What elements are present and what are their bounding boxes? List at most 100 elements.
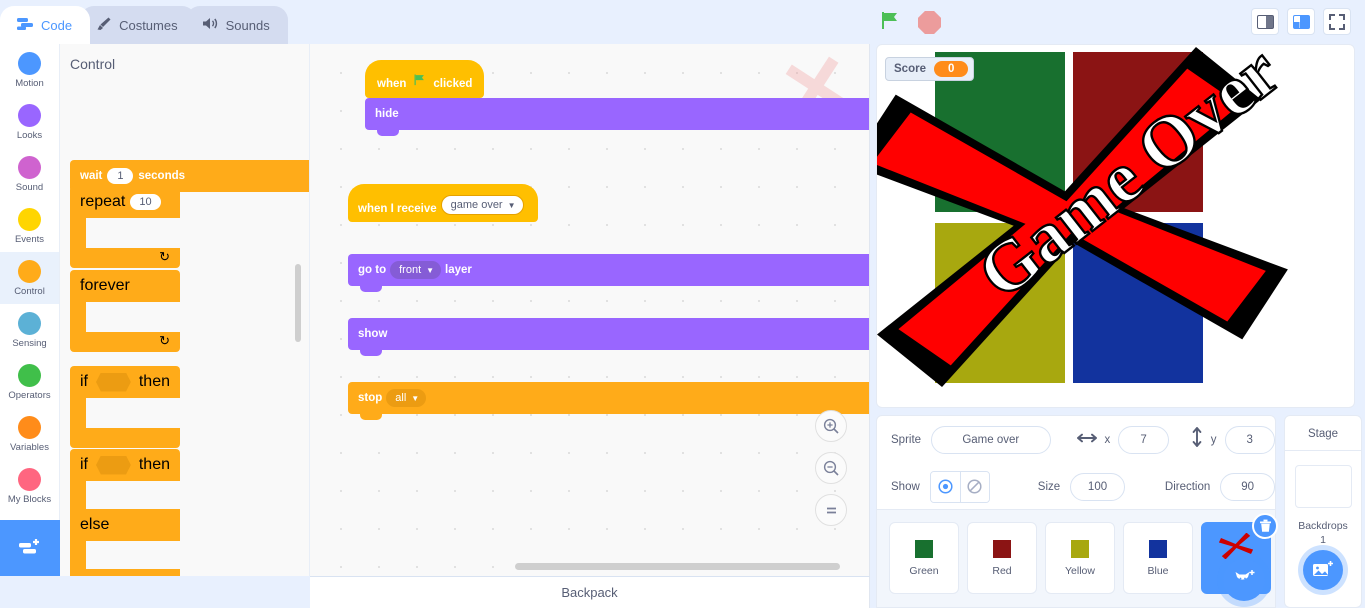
if-then-bottom (70, 428, 180, 448)
category-sensing-label: Sensing (12, 337, 47, 349)
category-events[interactable]: Events (0, 200, 59, 252)
sprite-card-red[interactable]: Red (967, 522, 1037, 594)
palette-block-forever[interactable]: forever ↻ (70, 270, 180, 352)
stage-backdrop-thumbnail[interactable] (1294, 465, 1352, 508)
zoom-reset-button[interactable] (815, 494, 847, 526)
block-go-to-layer[interactable]: go to front ▼ layer (348, 254, 869, 292)
sprite-card-yellow[interactable]: Yellow (1045, 522, 1115, 594)
tab-code[interactable]: Code (0, 6, 91, 44)
hat-block-when-flag-clicked[interactable]: when clicked (365, 60, 485, 98)
palette-block-if-then[interactable]: if then (70, 366, 180, 448)
zoom-out-button[interactable] (815, 452, 847, 484)
layer-dropdown[interactable]: front ▼ (390, 261, 442, 279)
category-variables[interactable]: Variables (0, 408, 59, 460)
loop-arrow-icon: ↻ (159, 249, 170, 264)
message-dropdown-value: game over (450, 199, 503, 211)
show-hidden-button[interactable] (959, 471, 989, 502)
layer-dropdown-value: front (399, 264, 422, 276)
palette-scrollbar[interactable] (295, 264, 301, 342)
block-show[interactable]: show (348, 318, 869, 356)
sprite-name-label: Sprite (891, 433, 922, 446)
canvas-horizontal-scrollbar[interactable] (515, 563, 840, 570)
green-flag-icon (412, 72, 427, 90)
size-input[interactable]: 100 (1070, 472, 1125, 501)
variables-color-dot (18, 415, 41, 439)
stage[interactable]: Score 0 Game Over (876, 44, 1355, 408)
palette-block-if-else[interactable]: if then else (70, 449, 180, 576)
zoom-out-icon (823, 460, 839, 476)
stop-sign-icon[interactable] (918, 11, 941, 34)
sprite-name-input[interactable]: Game over (931, 425, 1051, 454)
category-my-blocks[interactable]: My Blocks (0, 460, 59, 512)
hide-label: hide (375, 108, 399, 120)
category-motion[interactable]: Motion (0, 44, 59, 96)
if-else-arm-2 (70, 541, 86, 569)
normal-stage-button[interactable] (1287, 8, 1315, 35)
tab-sounds[interactable]: Sounds (185, 6, 288, 44)
scratch-editor: Code Costumes Sounds Motion Looks Sound … (0, 0, 1365, 608)
wait-value-input[interactable]: 1 (107, 168, 134, 184)
code-canvas[interactable]: when clicked hide when I receive game ov… (310, 44, 870, 576)
block-hide[interactable]: hide (365, 98, 869, 136)
message-dropdown[interactable]: game over ▼ (440, 195, 524, 215)
delete-sprite-button[interactable] (1252, 513, 1278, 539)
if-label: if (80, 456, 88, 473)
chevron-down-icon: ▼ (411, 393, 420, 403)
if-then-arm (70, 398, 86, 428)
if-else-condition-slot[interactable] (96, 455, 131, 475)
sprite-card-green[interactable]: Green (889, 522, 959, 594)
show-label: Show (891, 480, 920, 493)
repeat-value-input[interactable]: 10 (130, 194, 161, 210)
small-stage-button[interactable] (1251, 8, 1279, 35)
stop-dropdown[interactable]: all ▼ (386, 389, 427, 407)
fullscreen-button[interactable] (1323, 8, 1351, 35)
when-label: when (377, 78, 407, 90)
sprite-card-blue[interactable]: Blue (1123, 522, 1193, 594)
looks-color-dot (18, 103, 41, 127)
x-input[interactable]: 7 (1118, 425, 1169, 454)
stop-label: stop (358, 392, 383, 404)
if-condition-slot[interactable] (96, 372, 131, 392)
add-backdrop-button[interactable] (1303, 550, 1343, 590)
when-i-receive-label: when I receive (358, 203, 437, 215)
backpack-label: Backpack (561, 585, 618, 600)
y-input[interactable]: 3 (1224, 425, 1275, 454)
run-controls (878, 8, 941, 37)
repeat-bottom: ↻ (70, 248, 180, 268)
palette-block-repeat[interactable]: repeat 10 ↻ (70, 186, 180, 268)
tab-costumes[interactable]: Costumes (80, 6, 196, 44)
add-sprite-button[interactable] (1223, 559, 1265, 601)
category-looks[interactable]: Looks (0, 96, 59, 148)
category-events-label: Events (14, 233, 45, 245)
backdrops-count: 1 (1320, 534, 1326, 546)
category-operators[interactable]: Operators (0, 356, 59, 408)
layer-label: layer (445, 264, 472, 276)
stage-selector-panel[interactable]: Stage Backdrops 1 (1284, 415, 1362, 608)
category-sensing[interactable]: Sensing (0, 304, 59, 356)
category-sound[interactable]: Sound (0, 148, 59, 200)
repeat-top: repeat 10 (70, 186, 180, 218)
category-control[interactable]: Control (0, 252, 59, 304)
stage-sprite-game-over: Game Over (877, 45, 1295, 387)
sprite-name: Blue (1147, 564, 1169, 577)
direction-input[interactable]: 90 (1220, 472, 1276, 501)
category-operators-label: Operators (8, 389, 51, 401)
green-flag-icon[interactable] (878, 8, 902, 37)
add-extension-button[interactable] (0, 520, 60, 576)
show-visible-button[interactable] (930, 471, 960, 502)
backdrops-label: Backdrops (1298, 520, 1348, 532)
tab-costumes-label: Costumes (119, 17, 178, 33)
chevron-down-icon: ▼ (507, 200, 516, 210)
x-label: x (1104, 433, 1111, 446)
forever-label: forever (80, 277, 130, 294)
score-value: 0 (933, 61, 969, 77)
hat-block-when-i-receive[interactable]: when I receive game over ▼ (348, 184, 538, 222)
if-else-bottom (70, 569, 180, 576)
backpack-bar[interactable]: Backpack (310, 576, 870, 608)
block-stop[interactable]: stop all ▼ (348, 382, 869, 420)
tab-code-label: Code (41, 17, 73, 33)
add-sprite-cat-icon (1235, 570, 1255, 580)
zoom-in-button[interactable] (815, 410, 847, 442)
block-palette[interactable]: Control wait 1 seconds repeat 10 ↻ forev… (60, 44, 310, 576)
variable-monitor-score[interactable]: Score 0 (885, 57, 975, 81)
